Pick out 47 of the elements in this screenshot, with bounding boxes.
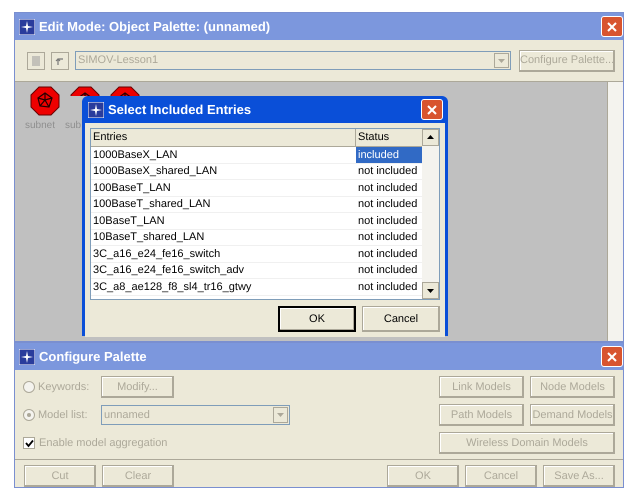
table-cell[interactable]: not included	[356, 196, 422, 212]
app-icon	[19, 18, 35, 34]
close-button[interactable]	[421, 99, 443, 120]
app-icon	[88, 102, 104, 118]
table-cell[interactable]: 10BaseT_LAN	[91, 213, 356, 228]
table-cell[interactable]: not included	[356, 164, 422, 179]
table-cell[interactable]: 1000BaseX_LAN	[91, 147, 356, 162]
scroll-down-icon[interactable]	[422, 282, 439, 299]
table-cell[interactable]: 3C_a16_e24_fe16_switch	[91, 246, 356, 262]
scrollbar[interactable]	[422, 129, 439, 299]
scroll-up-icon[interactable]	[422, 129, 439, 146]
network-icon	[110, 86, 140, 96]
close-icon	[606, 20, 618, 32]
table-cell[interactable]: not included	[356, 262, 422, 278]
close-icon	[606, 350, 618, 362]
caret-icon	[494, 53, 509, 68]
table-cell[interactable]: 100BaseT_LAN	[91, 180, 356, 196]
table-cell[interactable]: not included	[356, 180, 422, 196]
radio-label: Keywords:	[38, 380, 90, 395]
table-cell[interactable]: 100BaseT_shared_LAN	[91, 196, 356, 212]
table-cell[interactable]: not included	[356, 213, 422, 228]
table-cell[interactable]: 10BaseT_shared_LAN	[91, 230, 356, 245]
close-icon	[426, 104, 438, 116]
window-title: Configure Palette	[39, 348, 147, 366]
dialog-title: Select Included Entries	[108, 100, 252, 119]
table-cell[interactable]: included	[356, 147, 422, 162]
list-icon[interactable]	[27, 52, 45, 70]
scrollbar[interactable]	[607, 82, 623, 341]
app-icon	[19, 348, 35, 364]
caret-icon	[273, 407, 288, 423]
checkbox-label: Enable model aggregation	[39, 436, 168, 451]
table-cell[interactable]: not included	[356, 279, 422, 294]
table-cell[interactable]: 1000BaseX_shared_LAN	[91, 164, 356, 179]
radio-label: Model list:	[38, 408, 89, 423]
column-header[interactable]: Entries	[91, 129, 356, 146]
button[interactable]: Cancel	[362, 306, 440, 332]
table-cell[interactable]: 3C_a16_e24_fe16_switch_adv	[91, 262, 356, 278]
table-cell[interactable]: 3C_a8_ae128_f8_sl4_tr16_gtwy	[91, 279, 356, 294]
close-button[interactable]	[601, 16, 623, 37]
table-cell[interactable]: not included	[356, 246, 422, 262]
column-header[interactable]: Status	[356, 129, 422, 146]
close-button[interactable]	[601, 346, 623, 367]
network-icon	[70, 86, 100, 96]
window-title: Edit Mode: Object Palette: (unnamed)	[39, 18, 270, 36]
table-cell[interactable]: not included	[356, 230, 422, 245]
button[interactable]: OK	[278, 306, 356, 332]
network-icon	[30, 86, 60, 116]
